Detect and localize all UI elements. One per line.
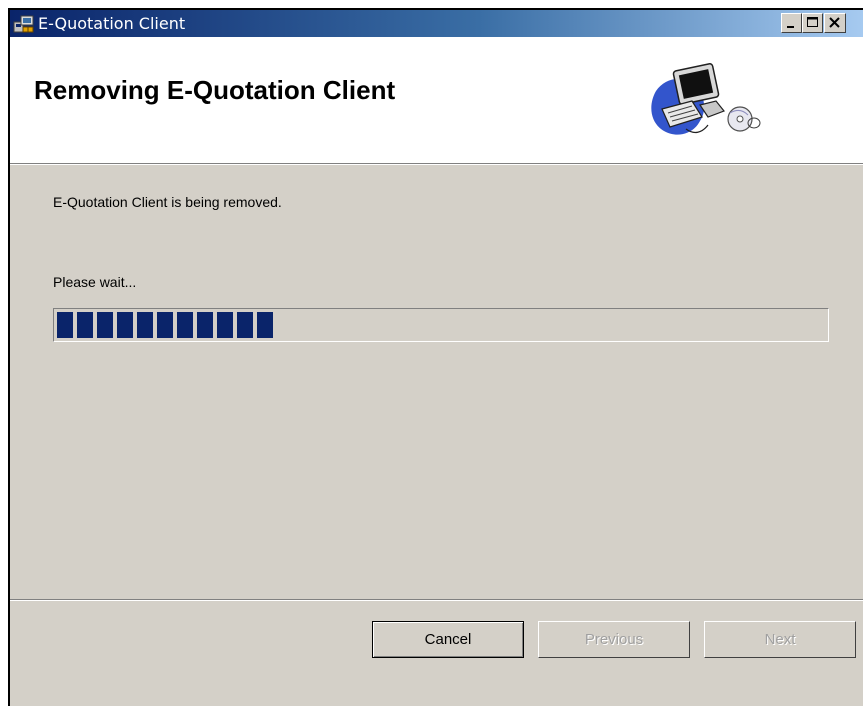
computer-clipart-icon [651,63,761,135]
progress-fill [57,312,273,338]
maximize-button[interactable] [802,13,823,33]
close-icon [829,17,840,28]
maximize-icon [807,17,818,27]
installer-window: E-Quotation Client Removing E-Quotation … [8,8,863,706]
page-title: Removing E-Quotation Client [34,75,396,105]
header-banner: Removing E-Quotation Client [10,37,863,165]
progress-bar [53,308,829,342]
wait-message: Please wait... [53,274,137,290]
title-bar[interactable]: E-Quotation Client [10,10,863,37]
next-button[interactable]: Next [704,621,856,658]
status-message: E-Quotation Client is being removed. [53,194,282,210]
cancel-button[interactable]: Cancel [372,621,524,658]
minimize-icon [787,26,794,28]
footer-divider-highlight [10,600,863,601]
installer-icon [13,14,35,34]
close-button[interactable] [824,13,846,33]
previous-button[interactable]: Previous [538,621,690,658]
minimize-button[interactable] [781,13,802,33]
window-title: E-Quotation Client [38,14,186,33]
